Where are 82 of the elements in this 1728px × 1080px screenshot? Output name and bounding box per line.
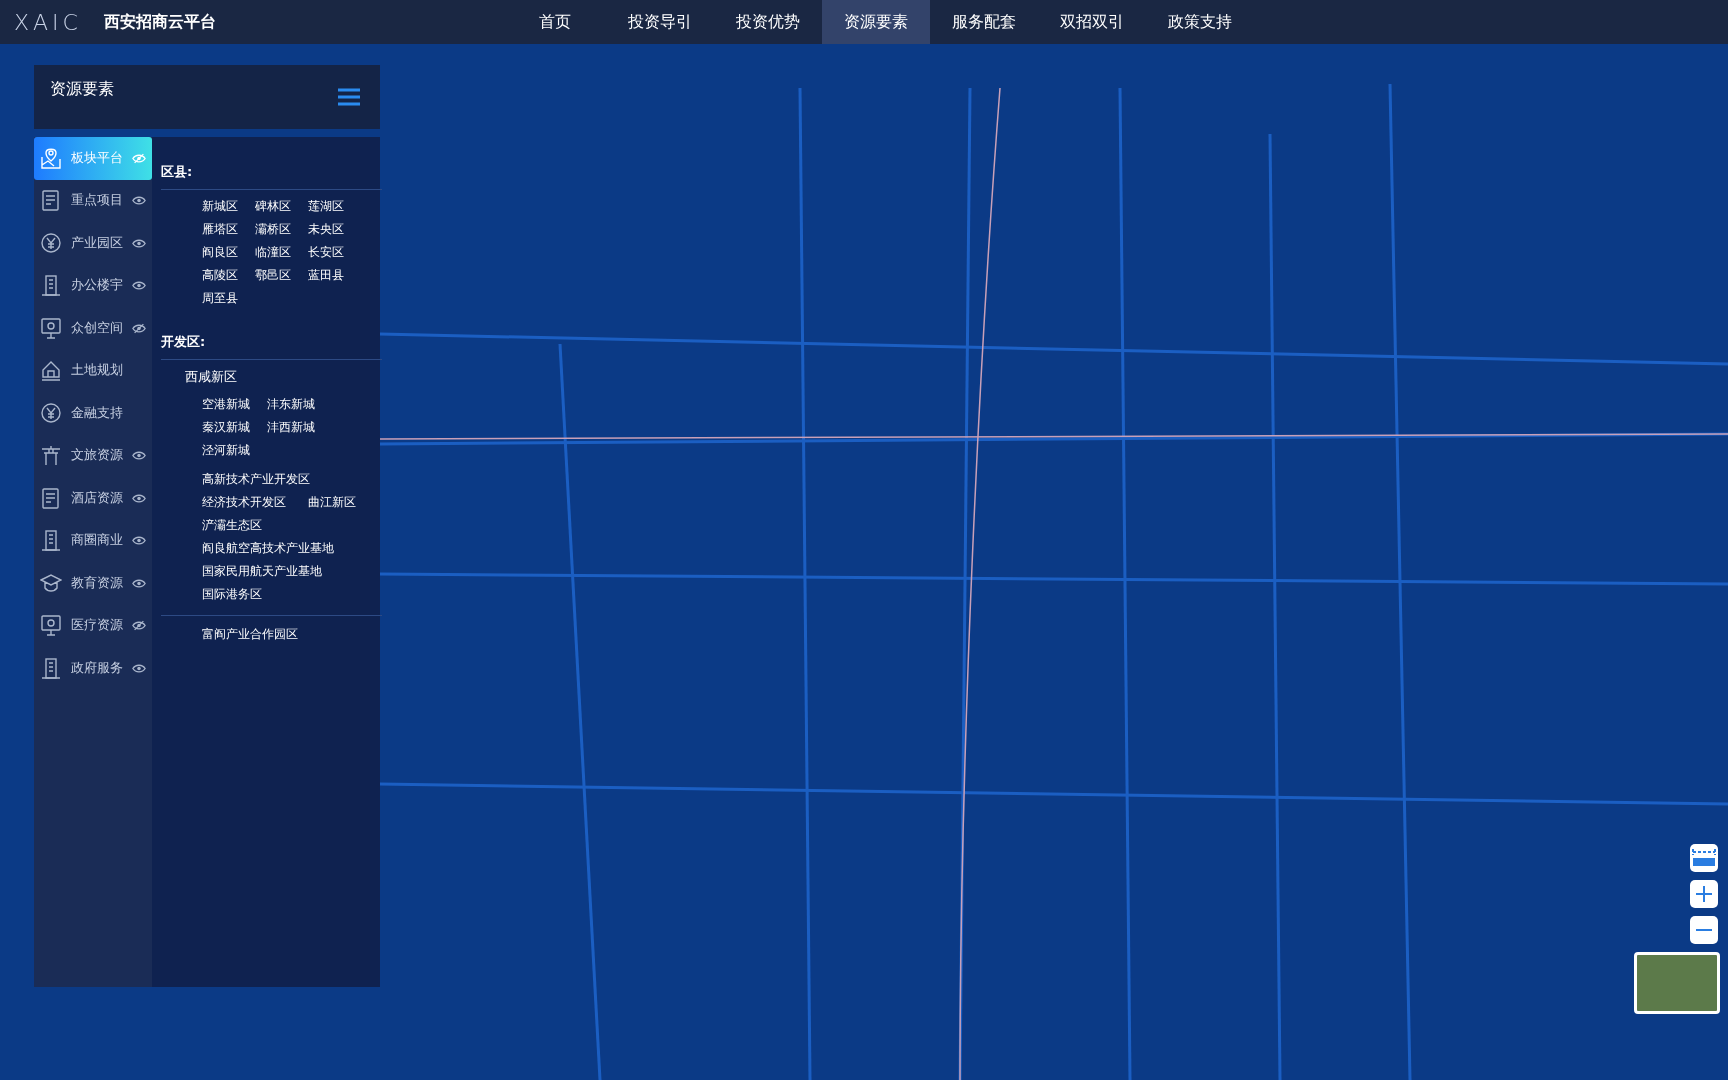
district-link[interactable]: 鄠邑区	[255, 267, 291, 284]
monitor-icon	[40, 614, 62, 638]
category-item[interactable]: 土地规划	[34, 349, 152, 392]
category-item[interactable]: 医疗资源	[34, 604, 152, 647]
zoom-out-button[interactable]	[1690, 916, 1718, 944]
category-item[interactable]: 酒店资源	[34, 477, 152, 520]
nav-tab[interactable]: 服务配套	[930, 0, 1038, 44]
district-link[interactable]: 国家民用航天产业基地	[202, 563, 322, 580]
eye-icon[interactable]	[132, 450, 146, 462]
district-link[interactable]: 碑林区	[255, 198, 291, 215]
district-link[interactable]: 富阎产业合作园区	[202, 626, 298, 643]
gate-icon	[40, 444, 62, 468]
eye-icon[interactable]	[132, 662, 146, 674]
document-icon	[40, 486, 62, 510]
eye-icon[interactable]	[132, 577, 146, 589]
plus-icon	[1695, 885, 1713, 903]
category-item[interactable]: 文旅资源	[34, 434, 152, 477]
district-link[interactable]: 沣东新城	[267, 396, 315, 413]
district-link[interactable]: 高新技术产业开发区	[202, 471, 310, 488]
district-link[interactable]: 阎良航空高技术产业基地	[202, 540, 334, 557]
district-link[interactable]: 周至县	[202, 290, 238, 307]
district-link[interactable]: 泾河新城	[202, 442, 250, 459]
district-link[interactable]: 秦汉新城	[202, 419, 250, 436]
category-item[interactable]: 产业园区	[34, 222, 152, 265]
nav-tab[interactable]: 首页	[504, 0, 606, 44]
district-link[interactable]: 经济技术开发区	[202, 494, 286, 511]
nav-tab[interactable]: 投资导引	[606, 0, 714, 44]
district-link[interactable]: 曲江新区	[308, 494, 356, 511]
nav-tab[interactable]: 资源要素	[822, 0, 930, 44]
district-link[interactable]: 沣西新城	[267, 419, 315, 436]
district-link[interactable]: 灞桥区	[255, 221, 291, 238]
category-item[interactable]: 办公楼宇	[34, 264, 152, 307]
district-link[interactable]: 莲湖区	[308, 198, 344, 215]
category-item[interactable]: 金融支持	[34, 392, 152, 435]
district-link[interactable]: 浐灞生态区	[202, 517, 262, 534]
section-heading: 开发区:	[161, 319, 382, 360]
eye-slash-icon[interactable]	[132, 620, 146, 632]
graduation-cap-icon	[40, 571, 62, 595]
district-link[interactable]: 空港新城	[202, 396, 250, 413]
yen-coin-icon	[40, 401, 62, 425]
district-link[interactable]: 临潼区	[255, 244, 291, 261]
category-item[interactable]: 商圈商业	[34, 519, 152, 562]
district-link[interactable]: 长安区	[308, 244, 344, 261]
eye-slash-icon[interactable]	[132, 322, 146, 334]
nav-tab[interactable]: 双招双引	[1038, 0, 1146, 44]
category-item[interactable]: 政府服务	[34, 647, 152, 690]
eye-icon[interactable]	[132, 280, 146, 292]
category-item[interactable]: 众创空间	[34, 307, 152, 350]
building-icon	[40, 656, 62, 680]
monitor-icon	[40, 316, 62, 340]
district-link[interactable]: 新城区	[202, 198, 238, 215]
district-link[interactable]: 蓝田县	[308, 267, 344, 284]
menu-icon[interactable]	[338, 87, 360, 107]
platform-title: 西安招商云平台	[104, 11, 216, 33]
category-item[interactable]: 重点项目	[34, 179, 152, 222]
eye-icon[interactable]	[132, 195, 146, 207]
nav-tab[interactable]: 政策支持	[1146, 0, 1254, 44]
house-icon	[40, 359, 62, 383]
minus-icon	[1695, 928, 1713, 932]
district-link[interactable]: 阎良区	[202, 244, 238, 261]
yen-coin-icon	[40, 231, 62, 255]
group-title[interactable]: 西咸新区	[185, 368, 382, 386]
eye-icon[interactable]	[132, 237, 146, 249]
document-icon	[40, 189, 62, 213]
map-pin-icon	[40, 146, 62, 170]
nav-tab[interactable]: 投资优势	[714, 0, 822, 44]
district-link[interactable]: 雁塔区	[202, 221, 238, 238]
district-link[interactable]: 高陵区	[202, 267, 238, 284]
eye-icon[interactable]	[132, 535, 146, 547]
eye-icon[interactable]	[132, 492, 146, 504]
logo: XAIC	[14, 9, 82, 35]
district-link[interactable]: 未央区	[308, 221, 344, 238]
building-icon	[40, 529, 62, 553]
district-link[interactable]: 国际港务区	[202, 586, 262, 603]
ruler-button[interactable]	[1690, 844, 1718, 872]
panel-title: 资源要素	[50, 79, 114, 100]
zoom-in-button[interactable]	[1690, 880, 1718, 908]
ruler-icon	[1691, 848, 1717, 868]
category-item[interactable]: 教育资源	[34, 562, 152, 605]
satellite-thumbnail[interactable]	[1634, 952, 1720, 1014]
section-heading: 区县:	[161, 149, 382, 190]
building-icon	[40, 274, 62, 298]
